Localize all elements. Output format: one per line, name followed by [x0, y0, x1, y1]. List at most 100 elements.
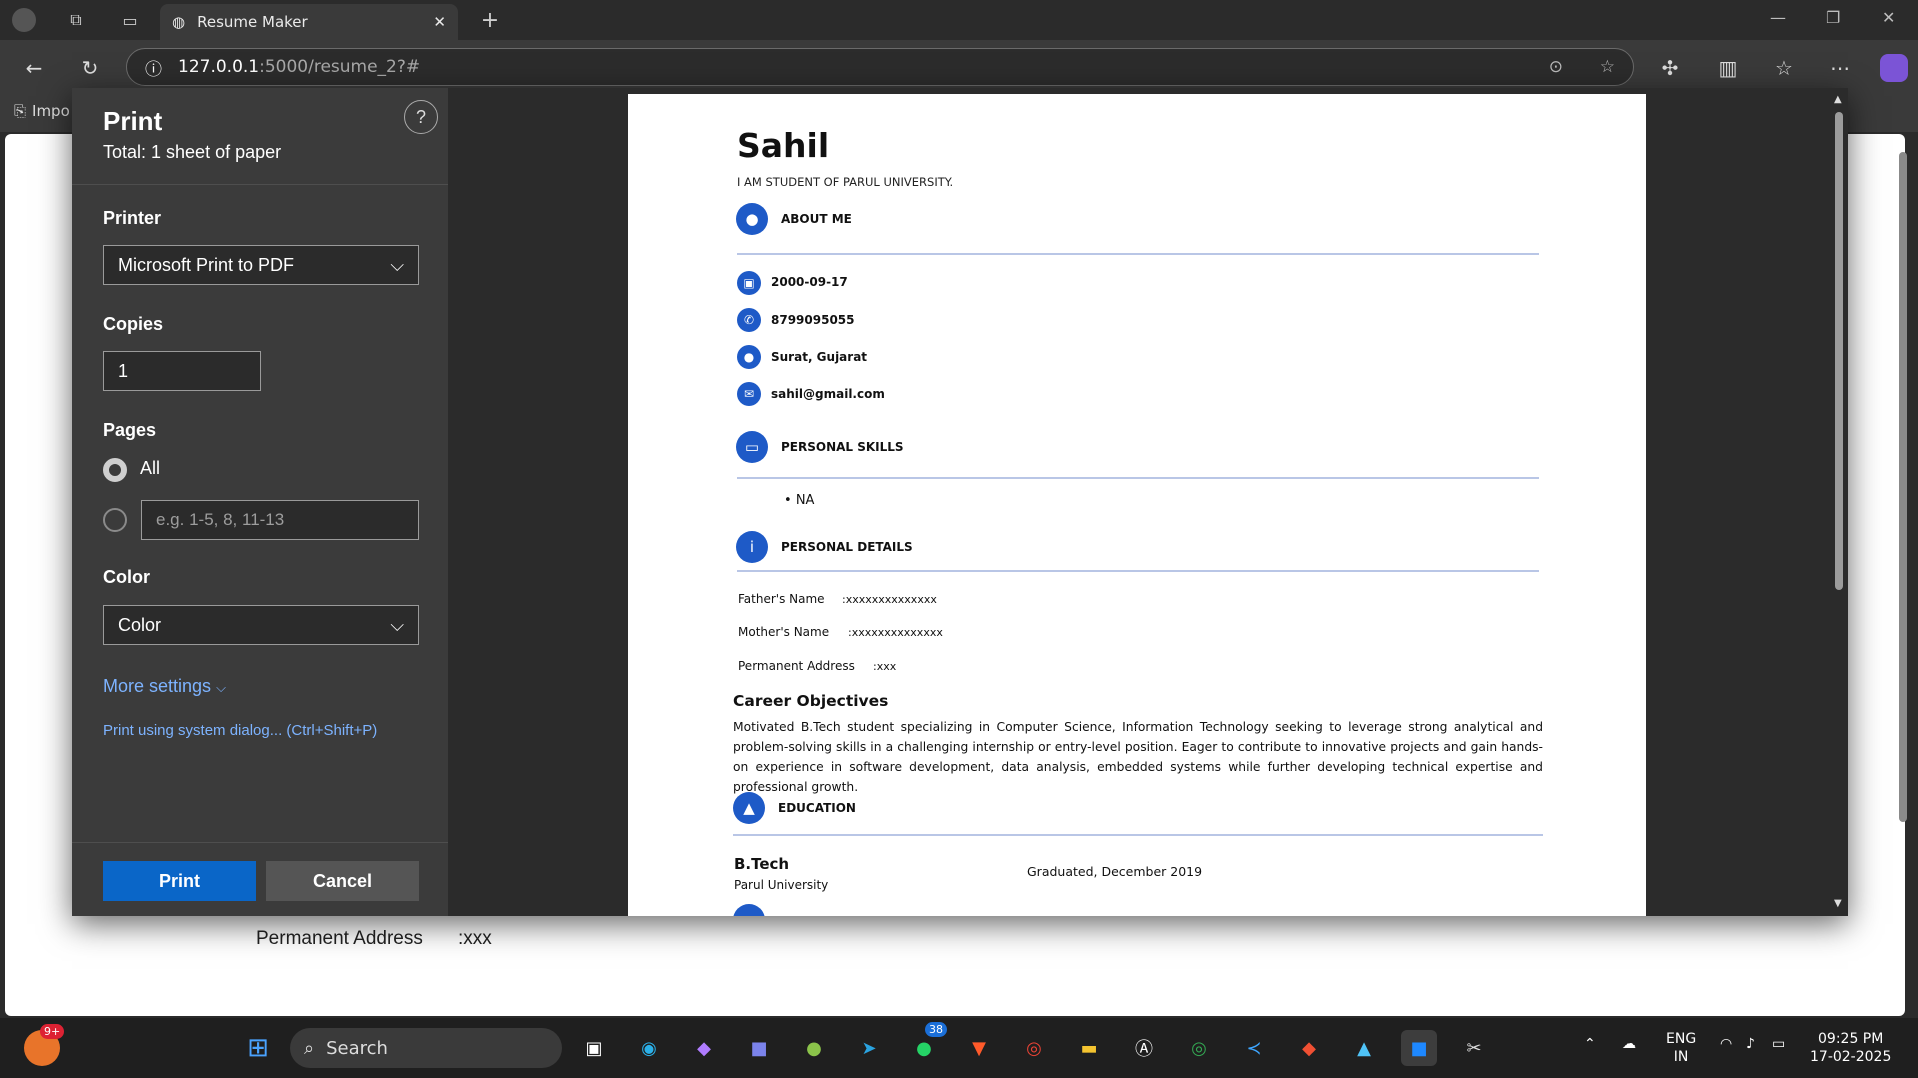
system-dialog-link[interactable]: Print using system dialog... (Ctrl+Shift… — [103, 722, 377, 739]
help-icon[interactable]: ? — [404, 100, 438, 134]
page-scrollbar[interactable] — [1896, 140, 1910, 1016]
active-app-icon[interactable]: ■ — [1401, 1030, 1437, 1066]
edge-icon[interactable]: ◉ — [631, 1030, 667, 1066]
preview-scrollbar[interactable]: ▲ ▼ — [1830, 88, 1848, 916]
page-scrollbar-thumb[interactable] — [1899, 152, 1907, 822]
wifi-icon[interactable]: ◠ — [1720, 1036, 1732, 1052]
career-title: Career Objectives — [733, 692, 889, 710]
print-button[interactable]: Print — [103, 861, 256, 901]
printer-value: Microsoft Print to PDF — [118, 254, 295, 275]
split-screen-icon[interactable]: ▥ — [1714, 54, 1742, 82]
paint-icon[interactable]: ▲ — [1346, 1030, 1382, 1066]
copies-input[interactable]: 1 — [103, 351, 261, 391]
skill-item: • NA — [784, 493, 815, 508]
chevron-down-icon: ⌵ — [216, 680, 226, 695]
chrome-icon[interactable]: ◎ — [1016, 1030, 1052, 1066]
volume-icon[interactable]: ♪ — [1746, 1036, 1755, 1052]
printer-select[interactable]: Microsoft Print to PDF ⌵ — [103, 245, 419, 285]
location-pin-icon: ● — [737, 345, 761, 369]
start-icon[interactable]: ⊞ — [240, 1030, 276, 1066]
skills-title: PERSONAL SKILLS — [781, 440, 904, 454]
import-icon: ⎘ — [14, 102, 27, 120]
refresh-icon[interactable]: ↻ — [76, 54, 104, 82]
pages-range-input[interactable]: e.g. 1-5, 8, 11-13 — [141, 500, 419, 540]
new-tab-icon[interactable]: + — [478, 8, 502, 33]
more-settings-link[interactable]: More settings ⌵ — [103, 676, 226, 697]
scroll-down-icon[interactable]: ▼ — [1834, 898, 1842, 909]
brave-icon[interactable]: ▼ — [961, 1030, 997, 1066]
restore-icon[interactable]: ❐ — [1826, 8, 1840, 27]
git-icon[interactable]: ◆ — [1291, 1030, 1327, 1066]
scroll-up-icon[interactable]: ▲ — [1834, 94, 1842, 105]
extensions-icon[interactable]: ✣ — [1656, 54, 1684, 82]
date: 17-02-2025 — [1810, 1049, 1892, 1065]
favorites-item[interactable]: ⎘ Impo — [14, 102, 70, 120]
minimize-icon[interactable]: — — [1770, 8, 1786, 27]
mother-label: Mother's Name — [738, 625, 830, 639]
url-host: 127.0.0.1 — [178, 57, 260, 77]
app-store-icon[interactable]: Ⓐ — [1126, 1030, 1162, 1066]
graduation-date: Graduated, December 2019 — [1027, 864, 1203, 879]
vscode-icon[interactable]: ≺ — [1236, 1030, 1272, 1066]
printer-label: Printer — [103, 208, 162, 228]
tab-actions-icon[interactable]: ▭ — [118, 8, 142, 32]
chrome-profile-icon[interactable]: ◎ — [1181, 1030, 1217, 1066]
battery-icon[interactable]: ▭ — [1772, 1036, 1785, 1052]
pages-label: Pages — [103, 420, 157, 440]
mb-app-icon[interactable]: ● — [796, 1030, 832, 1066]
address-bar[interactable]: ⓘ 127.0.0.1 :5000/resume_2?# ⊙ ☆ — [126, 48, 1634, 86]
degree: B.Tech — [734, 855, 790, 873]
color-label: Color — [103, 567, 150, 587]
site-info-icon[interactable]: ⓘ — [145, 55, 162, 80]
onedrive-icon[interactable]: ☁ — [1622, 1036, 1636, 1052]
favorite-star-icon[interactable]: ☆ — [1600, 57, 1615, 77]
print-title: Print — [103, 106, 163, 136]
copilot-icon[interactable] — [1880, 54, 1908, 82]
sheet-total: Total: 1 sheet of paper — [103, 142, 282, 162]
language: ENG — [1666, 1031, 1697, 1047]
location-value: Surat, Gujarat — [771, 350, 868, 364]
url-path: :5000/resume_2?# — [259, 57, 421, 77]
career-text: Motivated B.Tech student specializing in… — [733, 720, 1543, 794]
cancel-button[interactable]: Cancel — [266, 861, 419, 901]
browser-tab[interactable]: ◍ Resume Maker ✕ — [160, 4, 458, 40]
section-rule — [737, 477, 1539, 479]
tray-chevron-icon[interactable]: ⌃ — [1584, 1036, 1596, 1052]
search-icon: ⌕ — [304, 1037, 315, 1059]
more-settings-label: More settings — [103, 676, 212, 696]
copilot-app-icon[interactable]: ◆ — [686, 1030, 722, 1066]
workspaces-icon[interactable]: ⧉ — [64, 8, 88, 32]
achievements-icon — [733, 904, 765, 916]
section-rule — [737, 570, 1539, 572]
envelope-icon: ✉ — [737, 382, 761, 406]
pages-all-radio[interactable] — [103, 458, 127, 482]
windows-taskbar: 9+ ⊞ ⌕ Search ▣ ◉ ◆ ■ ● ➤ ● 38 ▼ ◎ ▬ Ⓐ ◎… — [0, 1018, 1918, 1078]
taskbar-search[interactable]: ⌕ Search — [290, 1028, 562, 1068]
mother-value: :xxxxxxxxxxxxxx — [848, 626, 943, 639]
back-icon[interactable]: ← — [20, 54, 48, 82]
gift-icon: ▣ — [737, 271, 761, 295]
profile-avatar[interactable] — [12, 8, 36, 32]
color-select[interactable]: Color ⌵ — [103, 605, 419, 645]
background-permanent-address-label: Permanent Address — [256, 928, 423, 949]
telegram-icon[interactable]: ➤ — [851, 1030, 887, 1066]
education-title: EDUCATION — [778, 801, 856, 815]
background-permanent-address-value: :xxx — [458, 928, 492, 949]
close-tab-icon[interactable]: ✕ — [433, 13, 446, 31]
pages-custom-radio[interactable] — [103, 508, 127, 532]
snipping-icon[interactable]: ✂ — [1456, 1030, 1492, 1066]
print-preview-page: Sahil I AM STUDENT OF PARUL UNIVERSITY. … — [628, 94, 1646, 916]
email-value: sahil@gmail.com — [771, 387, 885, 401]
file-explorer-icon[interactable]: ▬ — [1071, 1030, 1107, 1066]
clock[interactable]: 09:25 PM 17-02-2025 — [1810, 1030, 1891, 1066]
language-indicator[interactable]: ENG IN — [1666, 1030, 1696, 1066]
divider — [72, 842, 448, 843]
teams-icon[interactable]: ■ — [741, 1030, 777, 1066]
preview-scrollbar-thumb[interactable] — [1835, 112, 1843, 590]
task-view-icon[interactable]: ▣ — [576, 1030, 612, 1066]
close-window-icon[interactable]: ✕ — [1882, 8, 1895, 27]
more-menu-icon[interactable]: ⋯ — [1826, 54, 1854, 82]
favorites-icon[interactable]: ☆ — [1770, 54, 1798, 82]
phone-icon: ✆ — [737, 308, 761, 332]
read-aloud-icon[interactable]: ⊙ — [1549, 57, 1563, 77]
